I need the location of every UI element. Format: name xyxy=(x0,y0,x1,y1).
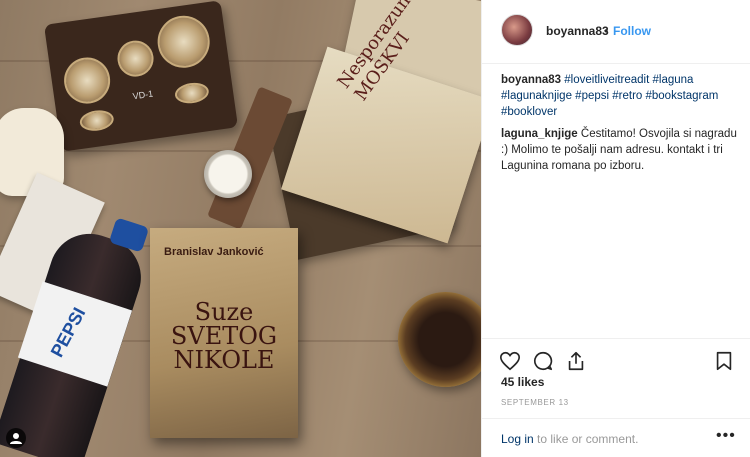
book-title-line: SVETOG xyxy=(170,322,278,350)
radio-label: VD-1 xyxy=(132,88,154,102)
separator-dot: • xyxy=(604,24,609,38)
post-date: SEPTEMBER 13 xyxy=(501,398,569,407)
chocolate-bowl xyxy=(398,292,481,387)
likes-count[interactable]: 45 likes xyxy=(501,375,544,389)
book-author: Branislav Janković xyxy=(164,246,264,258)
comment-icon[interactable] xyxy=(532,350,554,372)
follow-button[interactable]: Follow xyxy=(613,24,651,38)
post-photo[interactable]: Nesporazum u MOSKVI VD-1 PEPSI Branislav… xyxy=(0,0,481,457)
comment-username[interactable]: laguna_knjige xyxy=(501,128,578,140)
username-link[interactable]: boyanna83 xyxy=(546,24,609,38)
comment-username[interactable]: boyanna83 xyxy=(501,74,561,86)
post-sidebar: boyanna83 • Follow boyanna83 #loveitlive… xyxy=(481,0,750,457)
radio-speaker: VD-1 xyxy=(43,0,239,152)
login-prompt: Log in to like or comment. xyxy=(501,432,638,446)
more-options-icon[interactable]: ••• xyxy=(716,427,736,445)
share-icon[interactable] xyxy=(565,350,587,372)
user-tag-icon[interactable] xyxy=(6,428,26,448)
heart-icon[interactable] xyxy=(499,350,521,372)
post-header: boyanna83 • Follow xyxy=(482,0,750,64)
post-footer: Log in to like or comment. ••• xyxy=(482,418,750,457)
login-prompt-text: to like or comment. xyxy=(533,432,639,446)
avatar[interactable] xyxy=(501,14,533,46)
bookmark-icon[interactable] xyxy=(713,350,735,372)
book-title: Suze SVETOG NIKOLE xyxy=(150,300,298,372)
book-title-line: Suze xyxy=(194,298,254,326)
action-bar xyxy=(482,338,750,378)
watch-face xyxy=(204,150,252,198)
comment: laguna_knjige Čestitamo! Osvojila si nag… xyxy=(501,126,737,174)
book-title-line: NIKOLE xyxy=(173,346,275,374)
comments-list: boyanna83 #loveitliveitreadit #laguna #l… xyxy=(501,72,737,180)
comment: boyanna83 #loveitliveitreadit #laguna #l… xyxy=(501,72,737,120)
main-book: Branislav Janković Suze SVETOG NIKOLE xyxy=(150,228,298,438)
login-link[interactable]: Log in xyxy=(501,432,534,446)
